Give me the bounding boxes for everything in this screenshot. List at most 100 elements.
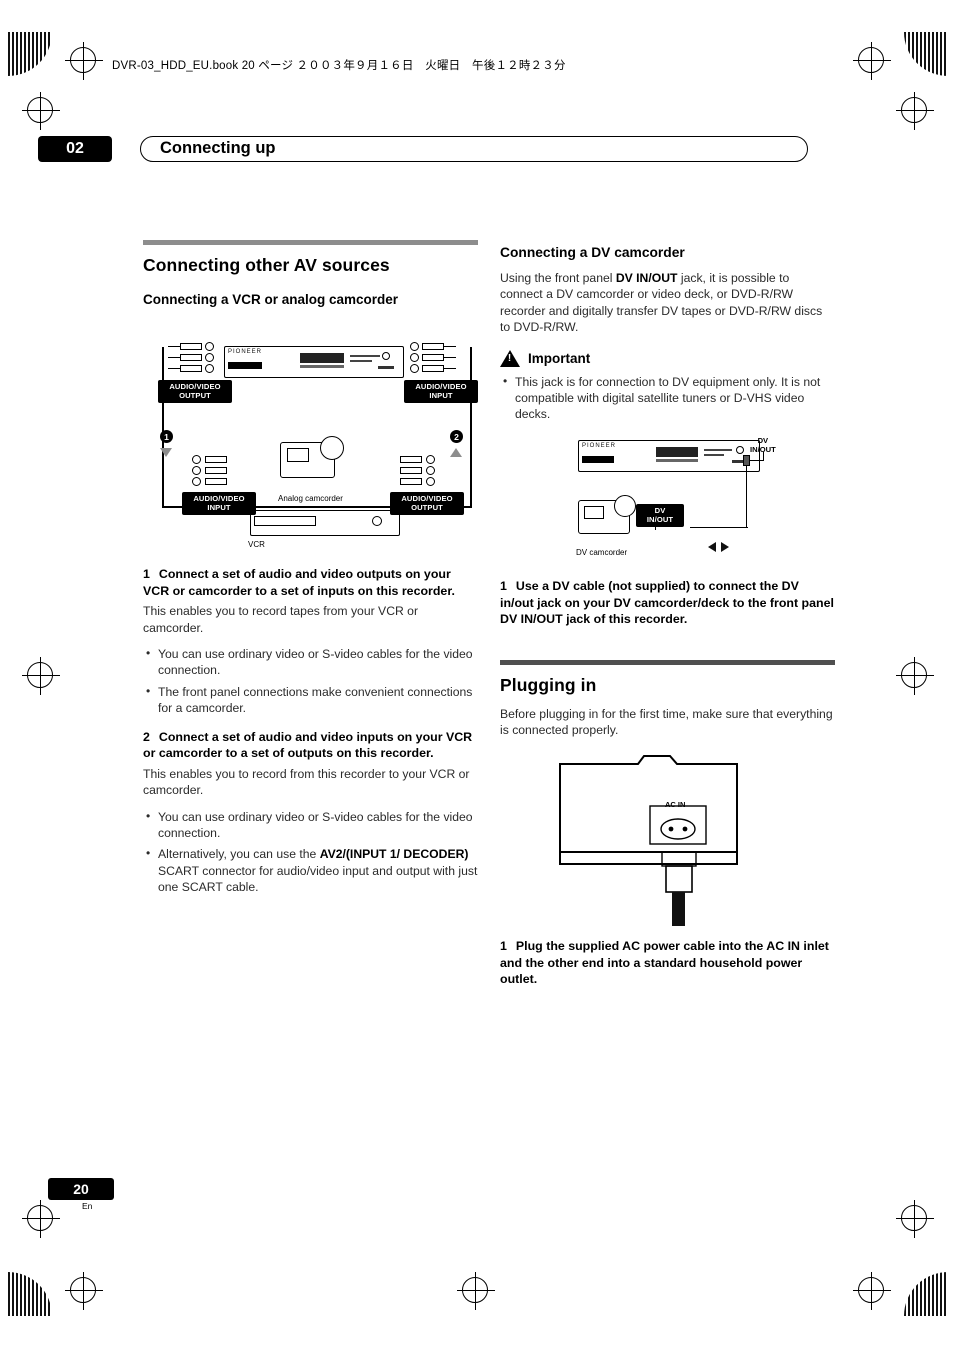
label-line1: AUDIO/VIDEO <box>415 382 467 391</box>
document-page: DVR-03_HDD_EU.book 20 ページ ２００３年９月１６日 火曜日… <box>0 0 954 1351</box>
registration-mark <box>853 1272 891 1310</box>
deck-knob <box>736 446 744 454</box>
dv-label-line1: DV <box>757 436 769 445</box>
av-plug <box>422 365 444 372</box>
cable <box>443 368 456 370</box>
plugging-in-body: Before plugging in for the first time, m… <box>500 707 833 738</box>
registration-mark <box>896 1200 934 1238</box>
dv-in-out-recorder-label: DV IN/OUT <box>750 436 776 454</box>
analog-camcorder-detail <box>287 448 309 462</box>
step-1: 1 Connect a set of audio and video output… <box>143 566 478 599</box>
important-bullets: This jack is for connection to DV equipm… <box>500 373 835 423</box>
av-jack <box>205 353 214 362</box>
cable <box>168 368 181 370</box>
list-item: This jack is for connection to DV equipm… <box>500 373 835 423</box>
warning-triangle-icon <box>500 349 520 367</box>
cable <box>168 357 181 359</box>
av-jack <box>426 466 435 475</box>
deck-detail <box>350 360 372 362</box>
av-plug <box>180 365 202 372</box>
dv-camcorder-lens <box>614 495 636 517</box>
callout-2: 2 <box>450 430 463 443</box>
av-plug <box>205 478 227 485</box>
label-line1: AUDIO/VIDEO <box>169 382 221 391</box>
av-jack <box>426 477 435 486</box>
dv-camcorder-caption: DV camcorder <box>576 548 628 557</box>
section-rule <box>500 660 835 665</box>
deck-knob <box>382 352 390 360</box>
important-heading: Important <box>500 349 835 367</box>
step-1-text: Connect a set of audio and video outputs… <box>143 567 455 598</box>
leader-line <box>750 460 764 462</box>
plug-step-1: 1 Plug the supplied AC power cable into t… <box>500 938 835 988</box>
deck-detail <box>378 366 394 369</box>
registration-mark <box>22 92 60 130</box>
cable-loop <box>470 347 472 507</box>
plug-step-1-number: 1 <box>500 939 507 953</box>
corner-mark-bottom-left <box>8 1272 52 1316</box>
dv-box-line1: DV <box>654 506 666 515</box>
dv-intro-bold: DV IN/OUT <box>615 271 678 285</box>
bidirectional-arrow-icon <box>706 539 732 557</box>
left-column-steps: 1 Connect a set of audio and video output… <box>143 566 478 906</box>
book-header-text: DVR-03_HDD_EU.book 20 ページ ２００３年９月１６日 火曜日… <box>112 60 566 72</box>
label-audio-video-output-top: AUDIO/VIDEO OUTPUT <box>158 380 232 403</box>
deck-detail <box>300 353 344 363</box>
analog-camcorder-lens <box>320 436 344 460</box>
label-audio-video-input-bottom: AUDIO/VIDEO INPUT <box>182 492 256 515</box>
leader-line <box>655 524 657 530</box>
av-plug <box>180 354 202 361</box>
av-plug <box>400 456 422 463</box>
corner-mark-top-left <box>8 32 52 76</box>
registration-mark <box>22 1200 60 1238</box>
step-1-bullets: You can use ordinary video or S-video ca… <box>143 645 478 717</box>
registration-mark <box>65 1272 103 1310</box>
step-2: 2 Connect a set of audio and video inputs… <box>143 729 478 762</box>
arrow-up-icon <box>450 448 462 457</box>
deck-detail <box>228 362 262 369</box>
figure-vcr-hookup: PIONEER AUDIO/VIDEO OUTPUT AUDIO/VIDEO I… <box>150 338 480 563</box>
list-item: The front panel connections make conveni… <box>143 683 478 717</box>
registration-mark <box>457 1272 495 1310</box>
dv-intro-pre: Using the front panel <box>500 271 616 285</box>
dv-cable <box>690 527 748 529</box>
step-1-body: This enables you to record tapes from yo… <box>143 604 419 635</box>
av-jack <box>205 342 214 351</box>
registration-mark <box>853 42 891 80</box>
left-column: Connecting other AV sources Connecting a… <box>143 240 478 317</box>
step-2-text: Connect a set of audio and video inputs … <box>143 729 473 761</box>
plugging-in-title: Plugging in <box>500 675 597 695</box>
label-line2: OUTPUT <box>411 503 443 513</box>
section-title: Connecting other AV sources <box>143 255 390 275</box>
brand-label: PIONEER <box>582 443 617 449</box>
dv-camcorder-detail <box>584 506 604 519</box>
cable <box>168 346 181 348</box>
corner-mark-top-right <box>904 32 948 76</box>
registration-mark <box>65 42 103 80</box>
list-item: Alternatively, you can use the AV2/(INPU… <box>143 845 478 895</box>
label-line1: AUDIO/VIDEO <box>193 494 245 503</box>
subsection-title: Connecting a VCR or analog camcorder <box>143 292 399 307</box>
chapter-title: Connecting up <box>160 139 276 157</box>
arrow-down-icon <box>160 448 172 457</box>
dv-step-1-number: 1 <box>500 579 507 593</box>
plugging-step-block: 1 Plug the supplied AC power cable into t… <box>500 938 835 990</box>
vcr-detail <box>254 516 316 526</box>
ac-inlet-drawing <box>559 755 738 926</box>
label-audio-video-input-top: AUDIO/VIDEO INPUT <box>404 380 478 403</box>
dv-in-out-box-label: DV IN/OUT <box>636 504 684 527</box>
cable-loop <box>162 347 164 507</box>
language-code: En <box>82 1201 93 1211</box>
list-item: You can use ordinary video or S-video ca… <box>143 808 478 842</box>
page-number-badge: 20 <box>48 1178 114 1200</box>
av-jack <box>192 466 201 475</box>
deck-detail <box>350 355 380 357</box>
bullet-bold: AV2/(INPUT 1/ DECODER) <box>319 847 469 862</box>
av-plug <box>422 354 444 361</box>
plug-step-1-text: Plug the supplied AC power cable into th… <box>500 939 829 987</box>
cable <box>443 357 456 359</box>
registration-mark <box>896 92 934 130</box>
dv-label-line2: IN/OUT <box>750 445 776 454</box>
step-2-bullets: You can use ordinary video or S-video ca… <box>143 808 478 896</box>
ac-in-label: AC IN <box>665 800 686 809</box>
